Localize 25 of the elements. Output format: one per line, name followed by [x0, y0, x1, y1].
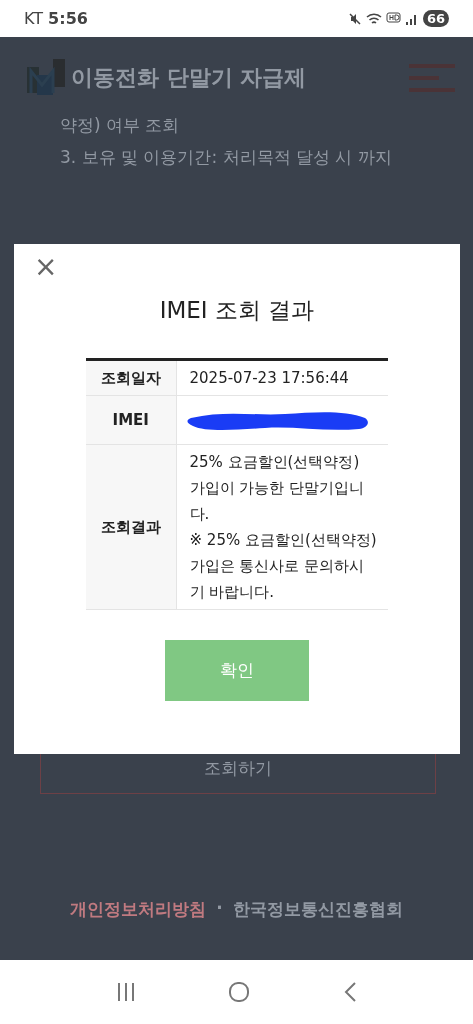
dialog-title: IMEI 조회 결과	[158, 296, 316, 325]
privacy-link[interactable]: 개인정보처리방침	[70, 898, 207, 921]
home-icon[interactable]	[228, 981, 251, 1003]
battery-level: 66	[422, 10, 449, 27]
mute-icon	[347, 11, 362, 26]
row-label: 조회결과	[86, 444, 176, 610]
row-label: 조회일자	[86, 359, 176, 396]
row-label: IMEI	[86, 395, 176, 445]
notice-text: 3. 보유 및 이용기간: 처리목적 달성 시 까지	[60, 146, 393, 169]
note-text: ※ 25% 요금할인(선택약정) 가입은 통신사로 문의하시기 바랍니다.	[189, 530, 378, 603]
signal-icon	[404, 12, 419, 25]
site-title: 이동전화 단말기 자급제	[71, 64, 308, 92]
logo-icon	[27, 59, 65, 97]
result-text: 25% 요금할인(선택약정) 가입이 가능한 단말기입니다.	[189, 452, 366, 525]
hd-icon	[385, 12, 401, 25]
recent-apps-icon[interactable]	[116, 982, 137, 1002]
separator-dot: ·	[216, 898, 223, 920]
result-text: 2025-07-23 17:56:44	[189, 368, 350, 389]
status-time: KT 5:56	[24, 9, 88, 28]
notice-text: 약정) 여부 조회	[60, 114, 181, 137]
confirm-button[interactable]: 확인	[165, 640, 309, 701]
back-icon[interactable]	[342, 981, 357, 1003]
organization-link[interactable]: 한국정보통신진흥협회	[232, 898, 403, 921]
wifi-icon	[365, 11, 382, 26]
close-button[interactable]: ×	[30, 252, 62, 282]
